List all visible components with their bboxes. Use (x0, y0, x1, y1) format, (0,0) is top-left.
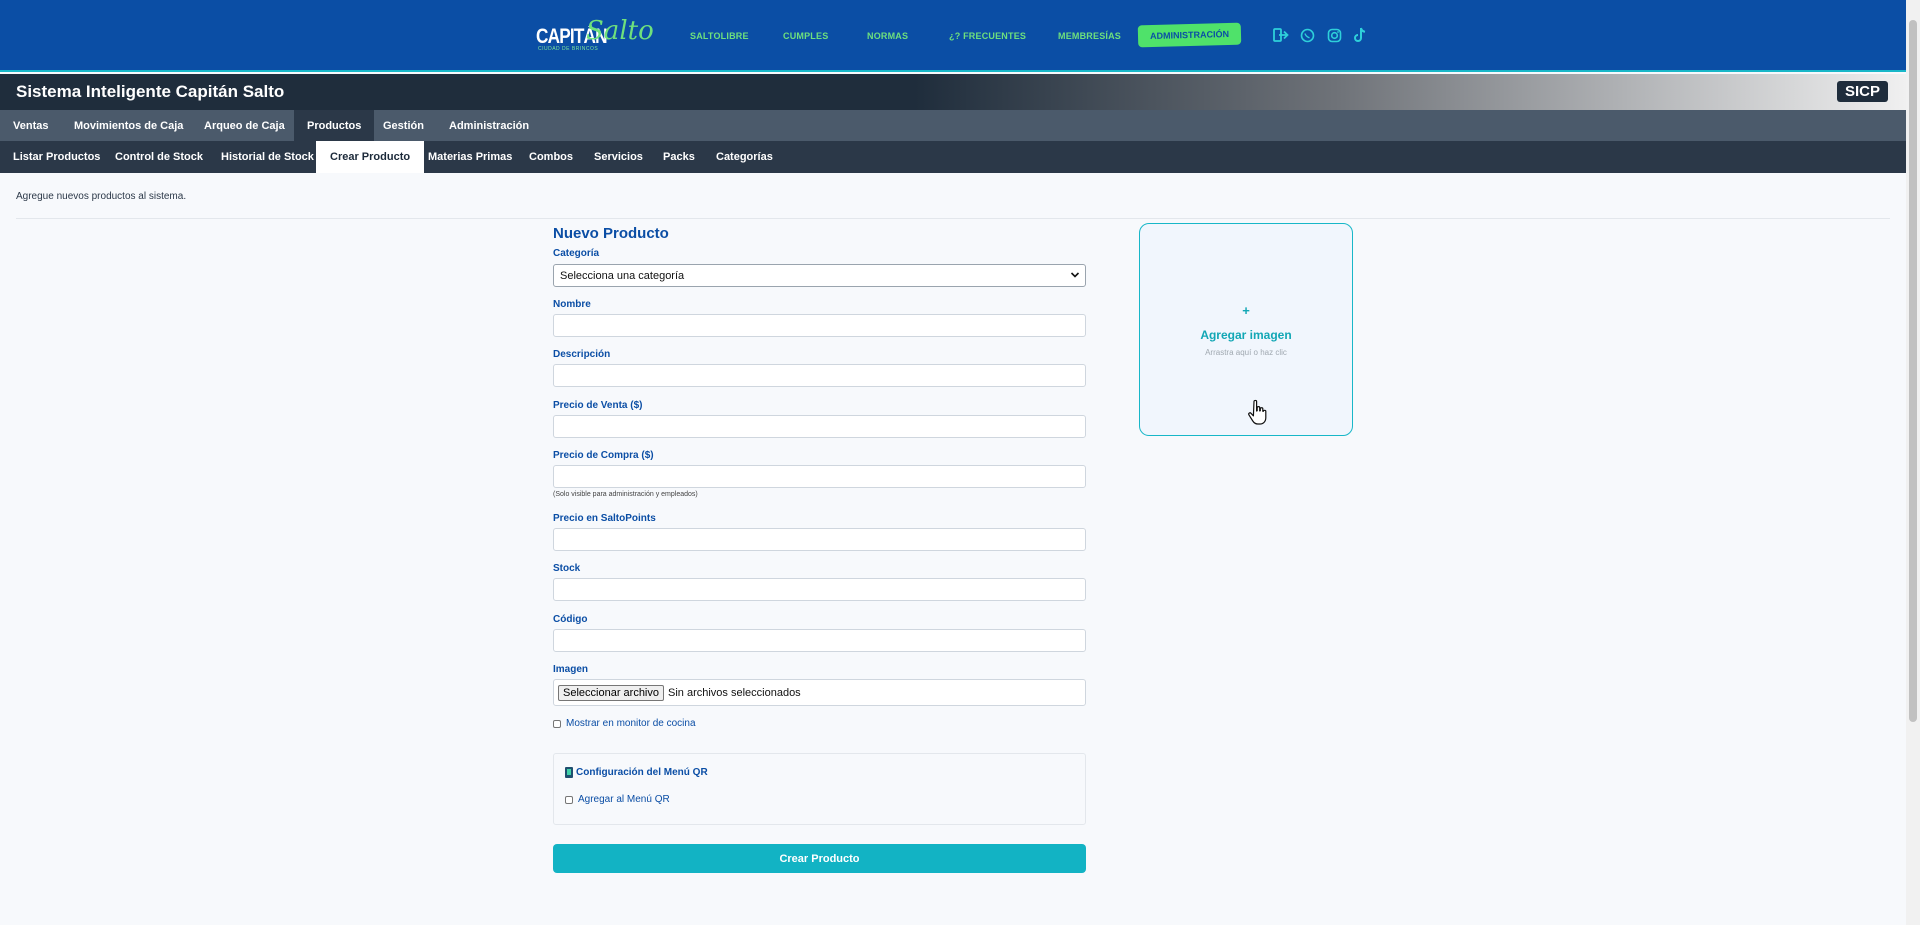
nav-link-cumples[interactable]: CUMPLES (783, 31, 828, 41)
qr-menu-config-title: Configuración del Menú QR (565, 767, 708, 778)
subtab-control-de-stock[interactable]: Control de Stock (102, 141, 216, 173)
add-qr-menu-checkbox[interactable] (565, 796, 573, 804)
subtab-packs[interactable]: Packs (650, 141, 708, 173)
purchase-price-input[interactable] (553, 465, 1086, 488)
tab-movimientos-de-caja[interactable]: Movimientos de Caja (61, 110, 196, 141)
logo-word-salto: Salto (586, 16, 654, 46)
hand-cursor-icon (1248, 399, 1267, 425)
sicp-badge: SICP (1836, 81, 1888, 102)
scrollbar-thumb[interactable] (1909, 20, 1917, 722)
sale-price-input[interactable] (553, 415, 1086, 438)
create-product-button[interactable]: Crear Producto (553, 844, 1086, 873)
subtab-listar-productos[interactable]: Listar Productos (0, 141, 113, 173)
tab-administracion[interactable]: Administración (436, 110, 542, 141)
file-status: Sin archivos seleccionados (668, 686, 801, 699)
category-select[interactable]: Selecciona una categoría (553, 264, 1086, 287)
nav-link-normas[interactable]: NORMAS (867, 31, 908, 41)
subtab-crear-producto[interactable]: Crear Producto (316, 141, 425, 173)
subtab-historial-de-stock[interactable]: Historial de Stock (208, 141, 327, 173)
subtab-servicios[interactable]: Servicios (581, 141, 656, 173)
image-file-input: Seleccionar archivo Sin archivos selecci… (553, 679, 1086, 706)
stock-label: Stock (553, 563, 581, 574)
tab-ventas[interactable]: Ventas (0, 110, 61, 141)
logout-icon[interactable] (1272, 26, 1290, 44)
nav-link-membresias[interactable]: MEMBRESÍAS (1058, 31, 1121, 41)
tiktok-icon[interactable] (1351, 26, 1369, 44)
system-title: Sistema Inteligente Capitán Salto (16, 82, 285, 101)
subtab-categorias[interactable]: Categorías (703, 141, 786, 173)
dropzone-subtitle: Arrastra aquí o haz clic (1205, 348, 1287, 357)
category-label: Categoría (553, 248, 600, 259)
subtab-materias-primas[interactable]: Materias Primas (415, 141, 525, 173)
divider (16, 218, 1890, 219)
qr-menu-config-label: Configuración del Menú QR (576, 767, 708, 778)
nav-link-saltolibre[interactable]: SALTOLIBRE (690, 31, 749, 41)
instagram-icon[interactable] (1325, 26, 1343, 44)
description-input[interactable] (553, 364, 1086, 387)
whatsapp-icon[interactable] (1298, 26, 1316, 44)
system-title-bar: Sistema Inteligente Capitán Salto SICP (0, 74, 1906, 110)
image-dropzone[interactable]: + Agregar imagen Arrastra aquí o haz cli… (1139, 223, 1353, 436)
add-qr-menu-label[interactable]: Agregar al Menú QR (578, 794, 670, 805)
saltopoints-input[interactable] (553, 528, 1086, 551)
subtab-combos[interactable]: Combos (516, 141, 586, 173)
saltopoints-label: Precio en SaltoPoints (553, 513, 656, 524)
tab-gestion[interactable]: Gestión (370, 110, 437, 141)
dropzone-title: Agregar imagen (1200, 328, 1292, 342)
sale-price-label: Precio de Venta ($) (553, 400, 643, 411)
chevron-down-icon (1070, 270, 1080, 283)
name-input[interactable] (553, 314, 1086, 337)
code-input[interactable] (553, 629, 1086, 652)
sub-tabs: Listar Productos Control de Stock Histor… (0, 141, 1906, 173)
image-label: Imagen (553, 664, 589, 675)
phone-icon (565, 767, 573, 778)
form-title: Nuevo Producto (553, 225, 669, 242)
nav-link-frecuentes[interactable]: ¿? FRECUENTES (949, 31, 1026, 41)
qr-menu-config-panel: Configuración del Menú QR Agregar al Men… (553, 753, 1086, 825)
main-tabs: Ventas Movimientos de Caja Arqueo de Caj… (0, 110, 1906, 141)
description-label: Descripción (553, 349, 611, 360)
plus-icon: + (1242, 303, 1250, 318)
page-intro-text: Agregue nuevos productos al sistema. (16, 191, 187, 202)
capitan-salto-logo[interactable]: CAPITÁN Salto CIUDAD DE BRINCOS (534, 12, 654, 62)
admin-button[interactable]: ADMINISTRACIÓN (1137, 22, 1242, 48)
category-select-value: Selecciona una categoría (560, 269, 685, 282)
name-label: Nombre (553, 299, 591, 310)
stock-input[interactable] (553, 578, 1086, 601)
top-navbar: CAPITÁN Salto CIUDAD DE BRINCOS SALTOLIB… (0, 0, 1906, 72)
purchase-price-hint: (Solo visible para administración y empl… (553, 491, 698, 498)
purchase-price-label: Precio de Compra ($) (553, 450, 654, 461)
kitchen-monitor-label[interactable]: Mostrar en monitor de cocina (566, 718, 696, 729)
tab-arqueo-de-caja[interactable]: Arqueo de Caja (191, 110, 298, 141)
kitchen-monitor-checkbox[interactable] (553, 720, 561, 728)
select-file-button[interactable]: Seleccionar archivo (558, 684, 664, 701)
code-label: Código (553, 614, 588, 625)
logo-tagline: CIUDAD DE BRINCOS (538, 46, 599, 52)
tab-productos[interactable]: Productos (294, 110, 375, 141)
